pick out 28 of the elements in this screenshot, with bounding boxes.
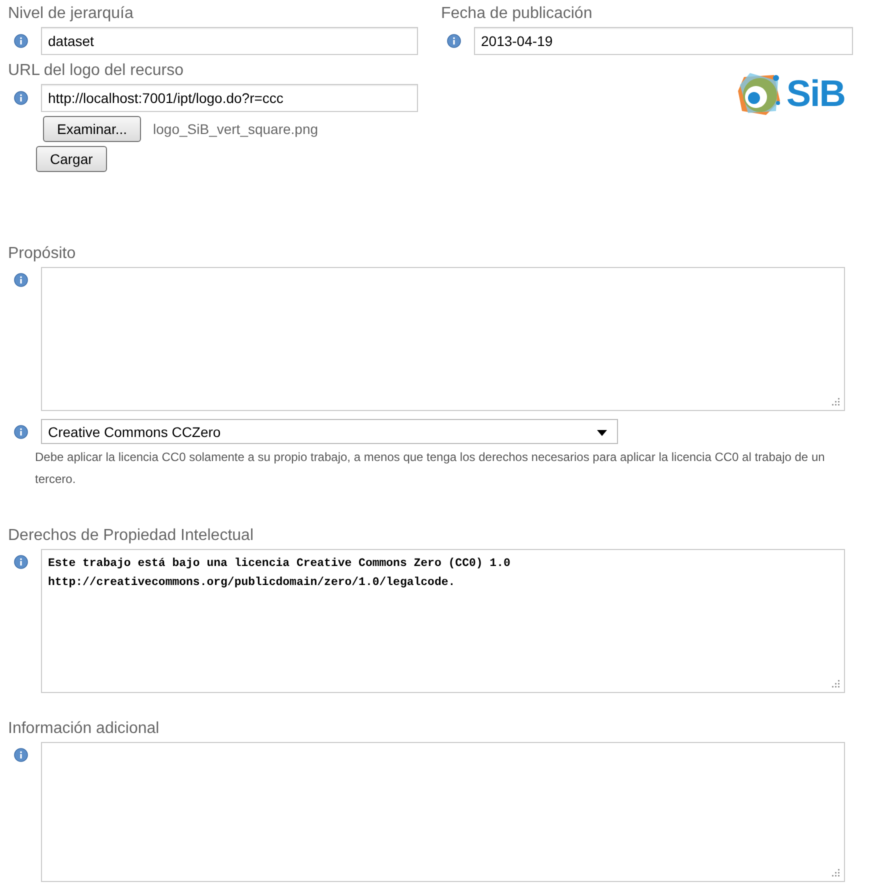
field-label: Fecha de publicación: [441, 4, 594, 24]
license-dropdown[interactable]: Creative Commons CCZero: [41, 419, 618, 444]
logo-text: SiB: [786, 73, 845, 115]
info-icon[interactable]: [14, 91, 28, 105]
info-icon[interactable]: [14, 273, 28, 287]
resize-grip-icon[interactable]: [832, 869, 840, 877]
resize-grip-icon[interactable]: [832, 398, 840, 406]
info-icon[interactable]: [14, 424, 28, 438]
info-icon[interactable]: [447, 34, 461, 48]
logo-icon: [736, 71, 782, 117]
field-label: URL del logo del recurso: [8, 61, 184, 81]
field-label: Información adicional: [8, 719, 160, 739]
caret-icon: [597, 430, 607, 436]
text-field[interactable]: dataset: [41, 27, 418, 55]
text-area[interactable]: Este trabajo está bajo una licencia Creative Commons Zero (CC0) 1.0 http://creativecommons.org/publicdomain/zero/1.0/legalcode.: [41, 549, 845, 693]
info-icon[interactable]: [14, 748, 28, 762]
field-label: Derechos de Propiedad Intelectual: [8, 526, 254, 546]
help-text: Debe aplicar la licencia CC0 solamente a su propio trabajo, a menos que tenga los derechos necesarios para aplicar la licencia CC0 al trabajo de un tercero.: [35, 449, 826, 488]
field-label: Propósito: [8, 244, 77, 264]
info-icon[interactable]: [14, 555, 28, 569]
text-field[interactable]: http://localhost:7001/ipt/logo.do?r=ccc: [41, 84, 418, 112]
resize-grip-icon[interactable]: [832, 680, 840, 688]
file-name: logo_SiB_vert_square.png: [153, 121, 318, 137]
info-icon[interactable]: [14, 34, 28, 48]
field-label: Nivel de jerarquía: [8, 4, 134, 24]
browse-button[interactable]: Examinar...: [43, 116, 142, 142]
text-field[interactable]: 2013-04-19: [474, 27, 853, 55]
upload-button[interactable]: Cargar: [36, 146, 107, 172]
